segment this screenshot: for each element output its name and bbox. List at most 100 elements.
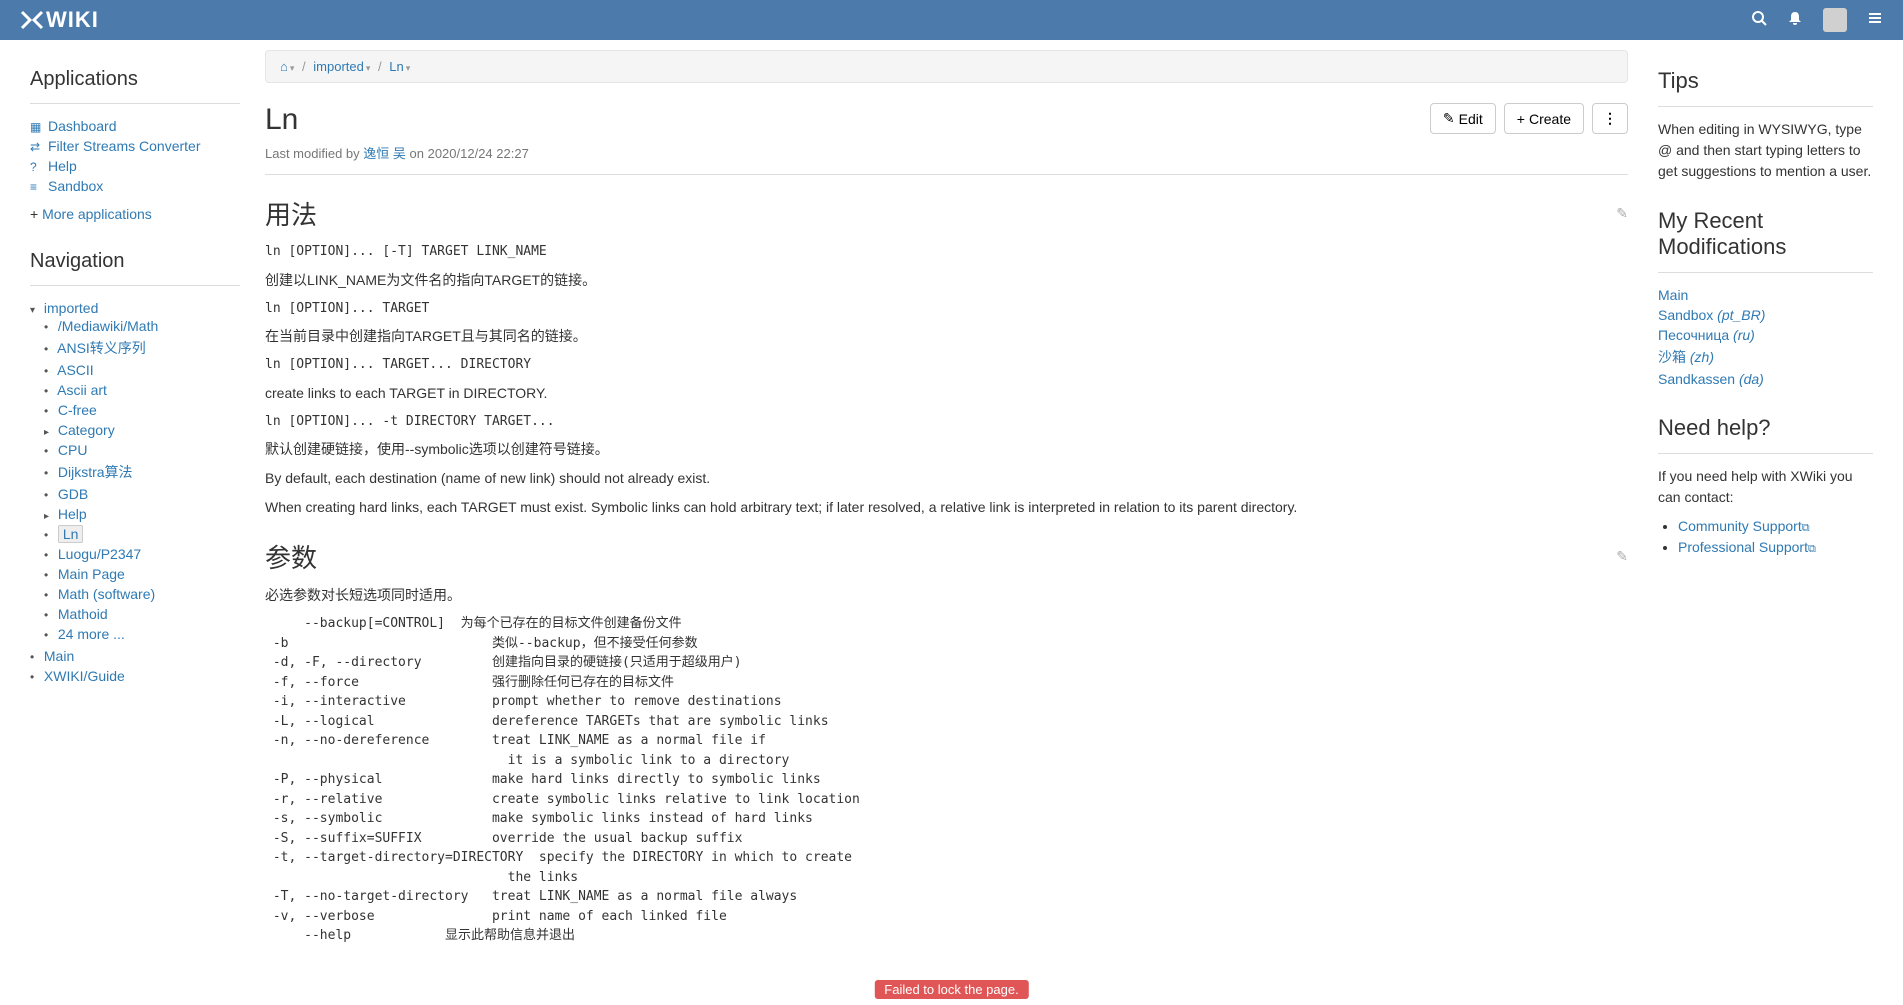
external-link-icon: ⧉ [1808,543,1816,555]
divider [30,285,240,286]
paragraph: 默认创建硬链接，使用--symbolic选项以创建符号链接。 [265,439,1628,460]
avatar[interactable] [1823,8,1847,32]
help-link[interactable]: Community Support⧉ [1678,518,1810,534]
bullet-icon: • [44,466,54,480]
nav-item[interactable]: 24 more ... [58,626,125,642]
nav-item[interactable]: Ln [58,525,84,543]
paragraph: 必选参数对长短选项同时适用。 [265,585,1628,606]
bullet-icon: • [44,568,54,582]
right-sidebar: Tips When editing in WYSIWYG, type @ and… [1643,40,1903,976]
paragraph: create links to each TARGET in DIRECTORY… [265,383,1628,404]
edit-button[interactable]: ✎ Edit [1430,103,1496,134]
bullet-icon: • [44,628,54,642]
recent-link[interactable]: 沙箱 (zh) [1658,349,1714,365]
nav-item[interactable]: Main [44,648,74,664]
breadcrumb-home[interactable]: ⌂▾ [280,59,294,74]
action-buttons: ✎ Edit + Create ⋮ [1430,103,1628,134]
dots-icon: ⋮ [1603,110,1617,127]
help-links: Community Support⧉ Professional Support⧉ [1658,516,1873,558]
bullet-icon: • [30,670,40,684]
caret-down-icon[interactable]: ▾ [406,63,411,73]
navigation-tree: ▾ imported • /Mediawiki/Math• ANSI转义序列• … [30,298,240,686]
nav-root[interactable]: imported [44,300,98,316]
caret-down-icon[interactable]: ▾ [290,63,295,73]
home-icon: ⌂ [280,59,288,74]
author-link[interactable]: 逸恒 吴 [363,146,406,161]
app-icon: ⇄ [30,140,44,154]
nav-item[interactable]: Dijkstra算法 [58,464,133,480]
top-header: WIKI [0,0,1903,40]
recent-link[interactable]: Песочница (ru) [1658,327,1755,343]
main-content: ⌂▾ / imported▾ / Ln▾ Ln ✎ Edit + Create … [250,40,1643,976]
nav-item[interactable]: ASCII [57,362,94,378]
logo[interactable]: WIKI [20,7,99,33]
caret-down-icon[interactable]: ▾ [30,305,40,316]
app-link[interactable]: Sandbox [48,178,103,194]
nav-item[interactable]: Math (software) [58,586,155,602]
breadcrumb: ⌂▾ / imported▾ / Ln▾ [265,50,1628,83]
more-menu-button[interactable]: ⋮ [1592,103,1628,134]
recent-link[interactable]: Sandkassen (da) [1658,371,1764,387]
app-link[interactable]: Dashboard [48,118,117,134]
header-actions [1751,8,1883,32]
nav-item[interactable]: XWIKI/Guide [44,668,125,684]
paragraph: 创建以LINK_NAME为文件名的指向TARGET的链接。 [265,270,1628,291]
help-text: If you need help with XWiki you can cont… [1658,466,1873,508]
pencil-icon[interactable]: ✎ [1616,548,1628,565]
help-heading: Need help? [1658,415,1873,441]
nav-item[interactable]: CPU [58,442,88,458]
edit-label: Edit [1459,111,1483,127]
app-link[interactable]: Filter Streams Converter [48,138,200,154]
bullet-icon: • [44,588,54,602]
nav-item[interactable]: ANSI转义序列 [57,340,146,356]
nav-item[interactable]: Ascii art [57,382,107,398]
recent-link[interactable]: Sandbox (pt_BR) [1658,307,1765,323]
nav-item[interactable]: C-free [58,402,97,418]
bullet-icon: • [44,528,54,542]
more-apps-link[interactable]: More applications [42,206,152,222]
nav-item[interactable]: Luogu/P2347 [58,546,141,562]
create-button[interactable]: + Create [1504,103,1584,134]
paragraph: 在当前目录中创建指向TARGET且与其同名的链接。 [265,326,1628,347]
pencil-icon: ✎ [1443,110,1455,127]
logo-icon [20,10,44,30]
bullet-icon: • [44,404,54,418]
plus-icon: + [30,206,38,222]
logo-text: WIKI [46,7,99,33]
code-block: --backup[=CONTROL] 为每个已存在的目标文件创建备份文件 -b … [265,614,1628,946]
bullet-icon: • [44,444,54,458]
bullet-icon: • [44,488,54,502]
caret-right-icon[interactable]: ▸ [44,511,54,522]
caret-right-icon[interactable]: ▸ [44,427,54,438]
bullet-icon: • [44,364,54,378]
divider [1658,453,1873,454]
tips-text: When editing in WYSIWYG, type @ and then… [1658,119,1873,182]
hamburger-icon[interactable] [1867,10,1883,31]
app-icon: ? [30,160,44,174]
divider [1658,272,1873,273]
pencil-icon[interactable]: ✎ [1616,205,1628,222]
bullet-icon: • [44,548,54,562]
nav-item[interactable]: Help [58,506,87,522]
bullet-icon: • [44,320,54,334]
external-link-icon: ⧉ [1802,522,1810,534]
search-icon[interactable] [1751,10,1767,31]
create-label: Create [1529,111,1571,127]
bullet-icon: • [44,384,54,398]
app-link[interactable]: Help [48,158,77,174]
bell-icon[interactable] [1787,10,1803,31]
bullet-icon: • [44,608,54,622]
nav-item[interactable]: /Mediawiki/Math [58,318,158,334]
bullet-icon: • [30,650,40,664]
breadcrumb-item[interactable]: imported [313,59,364,74]
nav-item[interactable]: Mathoid [58,606,108,622]
nav-item[interactable]: GDB [58,486,88,502]
paragraph: When creating hard links, each TARGET mu… [265,497,1628,518]
caret-down-icon[interactable]: ▾ [366,63,371,73]
recent-link[interactable]: Main [1658,287,1688,303]
nav-item[interactable]: Category [58,422,115,438]
nav-item[interactable]: Main Page [58,566,125,582]
breadcrumb-item[interactable]: Ln [389,59,403,74]
bullet-icon: • [44,342,54,356]
help-link[interactable]: Professional Support⧉ [1678,539,1816,555]
